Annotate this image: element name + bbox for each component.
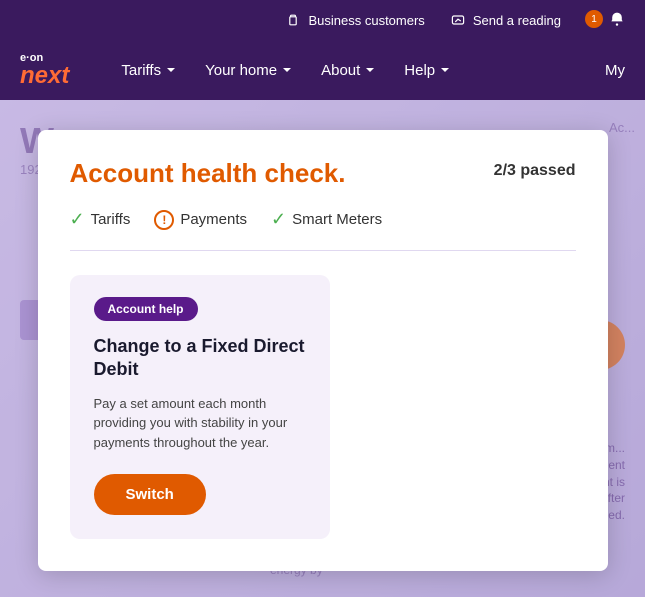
nav-item-tariffs[interactable]: Tariffs: [109, 56, 189, 85]
briefcase-icon: [284, 11, 302, 29]
nav-my-label: My: [605, 62, 625, 79]
check-pass-icon: ✓: [70, 209, 85, 230]
business-customers-label: Business customers: [308, 13, 424, 28]
check-pass-icon-2: ✓: [271, 209, 286, 230]
chevron-down-icon: [281, 64, 293, 76]
nav-item-your-home[interactable]: Your home: [193, 56, 305, 85]
meter-icon: [449, 11, 467, 29]
check-payments: ! Payments: [154, 210, 247, 230]
nav-bar: e·on next Tariffs Your home About Help M…: [0, 40, 645, 100]
send-reading-link[interactable]: Send a reading: [449, 11, 561, 29]
nav-your-home-label: Your home: [205, 62, 277, 79]
check-tariffs: ✓ Tariffs: [70, 209, 131, 230]
card-description: Pay a set amount each month providing yo…: [94, 394, 306, 453]
check-smart-meters: ✓ Smart Meters: [271, 209, 382, 230]
chevron-down-icon: [364, 64, 376, 76]
nav-item-help[interactable]: Help: [392, 56, 463, 85]
check-tariffs-label: Tariffs: [91, 211, 131, 228]
health-check-modal: Account health check. 2/3 passed ✓ Tarif…: [38, 130, 608, 571]
send-reading-label: Send a reading: [473, 13, 561, 28]
notification-badge: 1: [585, 10, 603, 28]
nav-item-my[interactable]: My: [605, 62, 625, 79]
modal-header: Account health check. 2/3 passed: [70, 158, 576, 189]
card-tag: Account help: [94, 297, 198, 321]
check-smart-meters-label: Smart Meters: [292, 211, 382, 228]
top-bar: Business customers Send a reading 1: [0, 0, 645, 40]
notifications-link[interactable]: 1: [585, 11, 625, 30]
checks-row: ✓ Tariffs ! Payments ✓ Smart Meters: [70, 209, 576, 251]
modal-overlay: Account health check. 2/3 passed ✓ Tarif…: [0, 100, 645, 597]
recommendation-card: Account help Change to a Fixed Direct De…: [70, 275, 330, 539]
bell-icon: [609, 11, 625, 30]
switch-button[interactable]: Switch: [94, 474, 206, 515]
modal-passed-count: 2/3 passed: [494, 162, 576, 180]
card-title: Change to a Fixed Direct Debit: [94, 335, 306, 382]
modal-title: Account health check.: [70, 158, 346, 189]
business-customers-link[interactable]: Business customers: [284, 11, 424, 29]
nav-help-label: Help: [404, 62, 435, 79]
chevron-down-icon: [439, 64, 451, 76]
check-warning-icon: !: [154, 210, 174, 230]
nav-item-about[interactable]: About: [309, 56, 388, 85]
nav-tariffs-label: Tariffs: [121, 62, 161, 79]
logo[interactable]: e·on next: [20, 52, 69, 88]
nav-items: Tariffs Your home About Help My: [109, 56, 625, 85]
logo-next-text: next: [20, 64, 69, 88]
check-payments-label: Payments: [180, 211, 247, 228]
chevron-down-icon: [165, 64, 177, 76]
nav-about-label: About: [321, 62, 360, 79]
